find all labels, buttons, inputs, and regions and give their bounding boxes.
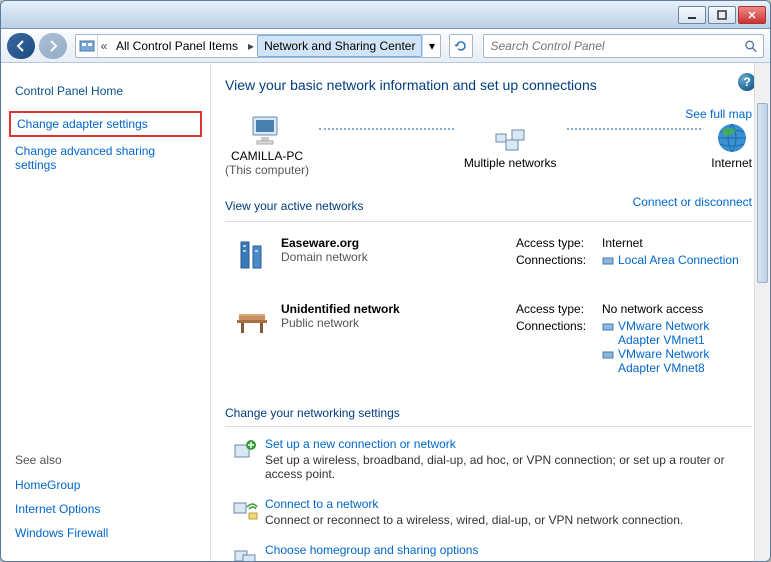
window-controls <box>678 6 766 24</box>
control-panel-home-link[interactable]: Control Panel Home <box>15 79 196 103</box>
forward-button[interactable] <box>39 33 67 59</box>
navbar: « All Control Panel Items ▸ Network and … <box>1 29 770 63</box>
network-type: Domain network <box>281 250 516 264</box>
nic-icon <box>602 349 614 361</box>
control-panel-icon[interactable] <box>76 35 98 57</box>
change-adapter-settings-link[interactable]: Change adapter settings <box>9 111 202 137</box>
access-type-value: No network access <box>602 302 752 316</box>
search-box[interactable] <box>483 34 764 58</box>
network-hub-icon <box>490 120 530 156</box>
back-button[interactable] <box>7 33 35 59</box>
page-title: View your basic network information and … <box>225 77 752 93</box>
connection-link-vmnet8[interactable]: VMware Network Adapter VMnet8 <box>602 347 752 375</box>
access-type-label: Access type: <box>516 302 602 316</box>
active-networks-label: View your active networks <box>225 199 364 213</box>
connect-to-network-desc: Connect or reconnect to a wireless, wire… <box>265 513 752 527</box>
connection-link-lan[interactable]: Local Area Connection <box>602 253 752 267</box>
connections-label: Connections: <box>516 319 602 333</box>
breadcrumb-item-current[interactable]: Network and Sharing Center <box>257 35 422 57</box>
maximize-button[interactable] <box>708 6 736 24</box>
network-name: Easeware.org <box>281 236 516 250</box>
content: Control Panel Home Change adapter settin… <box>1 63 770 561</box>
map-node-sub: (This computer) <box>225 163 309 177</box>
map-node-internet: Internet <box>711 120 752 170</box>
network-block-easeware: Easeware.org Domain network Access type:… <box>225 224 752 290</box>
network-info: Unidentified network Public network <box>281 302 516 378</box>
setup-new-connection: Set up a new connection or network Set u… <box>225 429 752 489</box>
breadcrumb-root[interactable]: « <box>98 35 110 57</box>
chevron-right-icon[interactable]: ▸ <box>245 35 257 57</box>
see-full-map-link[interactable]: See full map <box>685 107 752 121</box>
search-icon[interactable] <box>744 39 757 53</box>
globe-icon <box>712 120 752 156</box>
search-input[interactable] <box>490 39 743 53</box>
connections-label: Connections: <box>516 253 602 267</box>
choose-homegroup: Choose homegroup and sharing options <box>225 535 752 561</box>
connect-network-icon <box>225 497 265 527</box>
map-node-multiple-networks: Multiple networks <box>464 120 557 170</box>
nic-icon <box>602 321 614 333</box>
change-advanced-sharing-link[interactable]: Change advanced sharing settings <box>15 139 196 177</box>
active-networks-header: View your active networks Connect or dis… <box>225 185 752 219</box>
network-meta: Access type: No network access Connectio… <box>516 302 752 378</box>
scrollbar-thumb[interactable] <box>757 103 768 283</box>
titlebar <box>1 1 770 29</box>
sidebar: Control Panel Home Change adapter settin… <box>1 63 211 561</box>
breadcrumb[interactable]: « All Control Panel Items ▸ Network and … <box>75 34 441 58</box>
access-type-value: Internet <box>602 236 752 250</box>
window: « All Control Panel Items ▸ Network and … <box>0 0 771 562</box>
connect-to-network: Connect to a network Connect or reconnec… <box>225 489 752 535</box>
network-block-unidentified: Unidentified network Public network Acce… <box>225 290 752 392</box>
refresh-button[interactable] <box>449 34 473 58</box>
windows-firewall-link[interactable]: Windows Firewall <box>15 521 196 545</box>
sidebar-spacer <box>15 177 196 453</box>
nic-icon <box>602 255 614 267</box>
network-meta: Access type: Internet Connections: Local… <box>516 236 752 276</box>
map-node-name: CAMILLA-PC <box>231 149 303 163</box>
new-connection-icon <box>225 437 265 481</box>
map-connector <box>319 128 454 130</box>
see-also-label: See also <box>15 453 196 467</box>
public-network-icon <box>225 302 281 378</box>
close-button[interactable] <box>738 6 766 24</box>
network-map: See full map CAMILLA-PC (This computer) … <box>225 107 752 185</box>
divider <box>225 426 752 427</box>
internet-options-link[interactable]: Internet Options <box>15 497 196 521</box>
network-name: Unidentified network <box>281 302 516 316</box>
scrollbar[interactable] <box>754 63 770 561</box>
domain-network-icon <box>225 236 281 276</box>
breadcrumb-dropdown[interactable]: ▾ <box>422 35 440 57</box>
divider <box>225 221 752 222</box>
map-node-name: Multiple networks <box>464 156 557 170</box>
minimize-button[interactable] <box>678 6 706 24</box>
access-type-label: Access type: <box>516 236 602 250</box>
map-connector <box>567 128 702 130</box>
change-settings-label: Change your networking settings <box>225 406 752 420</box>
map-node-this-computer: CAMILLA-PC (This computer) <box>225 113 309 177</box>
main-panel: ? View your basic network information an… <box>211 63 770 561</box>
setup-new-connection-link[interactable]: Set up a new connection or network <box>265 437 752 451</box>
network-type: Public network <box>281 316 516 330</box>
computer-icon <box>247 113 287 149</box>
homegroup-link[interactable]: HomeGroup <box>15 473 196 497</box>
setup-new-connection-desc: Set up a wireless, broadband, dial-up, a… <box>265 453 752 481</box>
breadcrumb-item-all[interactable]: All Control Panel Items <box>110 35 245 57</box>
homegroup-icon <box>225 543 265 561</box>
map-node-name: Internet <box>711 156 752 170</box>
connection-link-vmnet1[interactable]: VMware Network Adapter VMnet1 <box>602 319 752 347</box>
choose-homegroup-link[interactable]: Choose homegroup and sharing options <box>265 543 752 557</box>
connect-to-network-link[interactable]: Connect to a network <box>265 497 752 511</box>
network-info: Easeware.org Domain network <box>281 236 516 276</box>
connect-disconnect-link[interactable]: Connect or disconnect <box>633 195 752 209</box>
